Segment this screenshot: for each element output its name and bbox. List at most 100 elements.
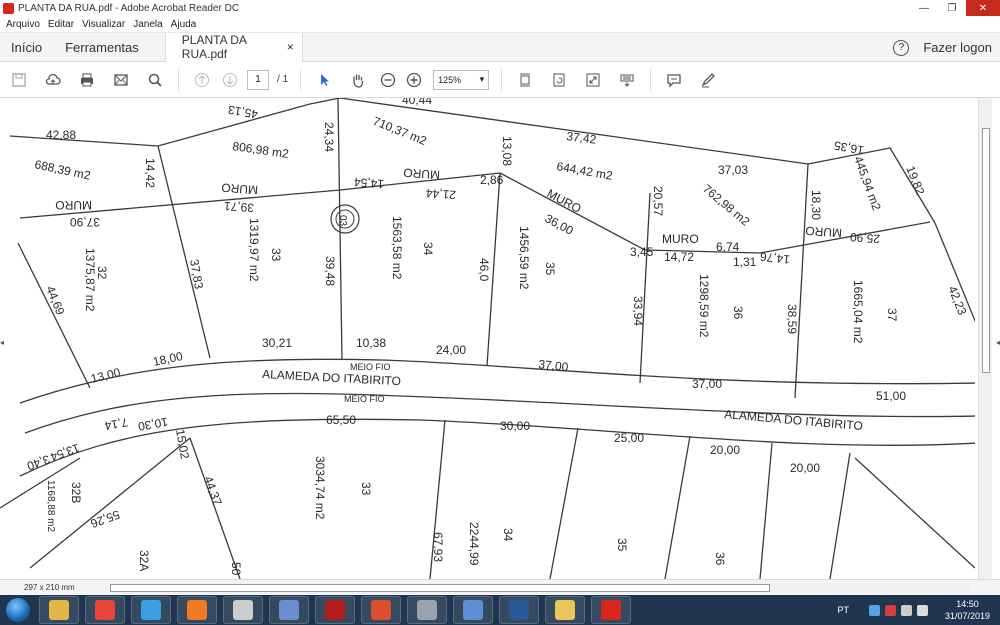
document-viewer[interactable]: 42,88 688,39 m2 MURO 37,90 14,42 806,98 …	[0, 98, 1000, 579]
dim-label: 16,35	[833, 138, 865, 157]
close-button[interactable]: ✕	[966, 0, 1000, 16]
help-icon[interactable]: ?	[893, 39, 910, 56]
search-button[interactable]	[138, 66, 172, 94]
taskbar-app-button[interactable]	[545, 596, 585, 624]
menu-janela[interactable]: Janela	[133, 19, 162, 30]
dim-label: 30,00	[500, 419, 530, 433]
select-tool-button[interactable]	[307, 66, 341, 94]
curb-label: MEIO FIO	[350, 362, 391, 372]
tab-tools[interactable]: Ferramentas	[65, 40, 139, 55]
dim-label: 39,48	[323, 256, 337, 286]
restore-button[interactable]: ❐	[938, 0, 966, 16]
page-layout-icon	[520, 73, 531, 86]
next-page-button[interactable]	[219, 66, 241, 94]
left-panel-toggle-icon[interactable]: ◂	[0, 338, 4, 347]
tab-document[interactable]: PLANTA DA RUA.pdf ×	[164, 32, 303, 62]
taskbar-app-button[interactable]	[269, 596, 309, 624]
taskbar-app-button[interactable]	[315, 596, 355, 624]
minimize-button[interactable]: —	[910, 0, 938, 16]
right-panel-toggle-icon[interactable]: ◂	[996, 338, 1000, 347]
status-bar: 297 x 210 mm	[0, 579, 1000, 595]
dim-label: 20,00	[790, 461, 820, 475]
toolbar: 1 / 1 125% ▾	[0, 62, 1000, 98]
clock[interactable]: 14:50 31/07/2019	[945, 598, 990, 622]
dim-label: 25,00	[614, 431, 644, 445]
menu-editar[interactable]: Editar	[48, 19, 74, 30]
taskbar-app-button[interactable]	[177, 596, 217, 624]
area-label: 1375,87 m2	[83, 248, 97, 312]
start-button[interactable]	[0, 595, 36, 625]
tab-bar: Início Ferramentas PLANTA DA RUA.pdf × ?…	[0, 32, 1000, 62]
taskbar-app-button[interactable]	[453, 596, 493, 624]
calculator-icon	[371, 600, 391, 620]
dim-label: 21,44	[425, 186, 456, 202]
dim-label: 10,38	[356, 336, 386, 350]
page-layout-button[interactable]	[508, 66, 542, 94]
zoom-out-button[interactable]	[375, 66, 401, 94]
acrobat-app-icon	[3, 2, 14, 14]
menu-arquivo[interactable]: Arquivo	[6, 19, 40, 30]
vertical-scroll-thumb[interactable]	[982, 128, 990, 373]
window-title: PLANTA DA RUA.pdf - Adobe Acrobat Reader…	[18, 2, 240, 14]
explorer-icon	[49, 600, 69, 620]
flag-tray-icon[interactable]	[900, 604, 912, 616]
close-tab-icon[interactable]: ×	[287, 40, 294, 54]
dim-label: 3,40	[25, 452, 52, 473]
taskbar-app-button[interactable]	[85, 596, 125, 624]
dim-label: 14,76	[759, 249, 791, 266]
dim-label: 37,00	[538, 357, 570, 374]
taskbar-app-button[interactable]	[591, 596, 631, 624]
menu-ajuda[interactable]: Ajuda	[171, 19, 197, 30]
curb-label: MEIO FIO	[344, 394, 385, 404]
comment-button[interactable]	[657, 66, 691, 94]
network-tray-icon[interactable]	[868, 604, 880, 616]
taskbar-app-button[interactable]	[131, 596, 171, 624]
read-mode-button[interactable]	[610, 66, 644, 94]
print-button[interactable]	[70, 66, 104, 94]
taskbar-app-button[interactable]	[499, 596, 539, 624]
dim-label: 14,42	[143, 158, 157, 188]
horizontal-scrollbar[interactable]	[110, 582, 970, 593]
area-label: 806,98 m2	[232, 139, 290, 161]
hand-tool-button[interactable]	[341, 66, 375, 94]
zoom-select[interactable]: 125% ▾	[433, 69, 490, 90]
dim-label: 55,26	[88, 507, 121, 531]
lot-number: 34	[421, 242, 435, 256]
expand-icon	[586, 73, 600, 86]
dim-label: 65,50	[326, 413, 356, 427]
upload-button[interactable]	[36, 66, 70, 94]
login-link[interactable]: Fazer logon	[923, 40, 992, 55]
lot-number: 36	[713, 552, 727, 566]
search-icon	[148, 73, 162, 87]
page-number-input[interactable]: 1	[247, 69, 269, 90]
volume-tray-icon[interactable]	[916, 604, 928, 616]
mail-icon	[114, 73, 128, 86]
taskbar-app-button[interactable]	[39, 596, 79, 624]
horizontal-scroll-thumb[interactable]	[110, 583, 770, 592]
clock-date: 31/07/2019	[944, 611, 990, 621]
acrobat-icon	[601, 600, 621, 620]
dim-label: 42,88	[46, 128, 76, 142]
full-screen-button[interactable]	[576, 66, 610, 94]
draw-button[interactable]	[691, 66, 725, 94]
plot-code: 03	[337, 215, 348, 227]
lot-number: 33	[269, 248, 283, 262]
dim-label: 14,54	[353, 175, 384, 191]
previous-page-button[interactable]	[185, 66, 219, 94]
taskbar-app-button[interactable]	[361, 596, 401, 624]
menu-visualizar[interactable]: Visualizar	[82, 19, 125, 30]
area-label: 644,42 m2	[555, 159, 614, 183]
zoom-value: 125%	[438, 74, 462, 85]
taskbar-app-button[interactable]	[223, 596, 263, 624]
taskbar-app-button[interactable]	[407, 596, 447, 624]
rotate-button[interactable]	[542, 66, 576, 94]
dim-label: 33,94	[631, 296, 645, 326]
tab-home[interactable]: Início	[11, 40, 42, 55]
dim-label: 6,74	[716, 240, 740, 254]
email-button[interactable]	[104, 66, 138, 94]
zoom-in-button[interactable]	[401, 66, 427, 94]
vertical-scrollbar[interactable]	[978, 98, 992, 579]
language-indicator[interactable]: PT	[837, 605, 849, 615]
save-button[interactable]	[2, 66, 36, 94]
alert-tray-icon[interactable]	[884, 604, 896, 616]
